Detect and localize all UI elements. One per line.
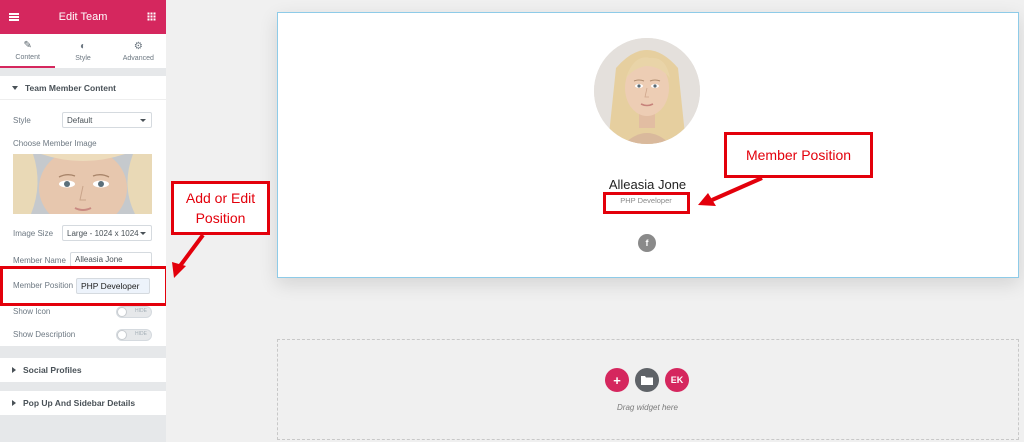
arrow-to-position-field [178,233,205,268]
arrowhead-left [172,262,186,278]
annotation-arrows [172,176,763,278]
arrow-to-position-text [711,176,763,202]
